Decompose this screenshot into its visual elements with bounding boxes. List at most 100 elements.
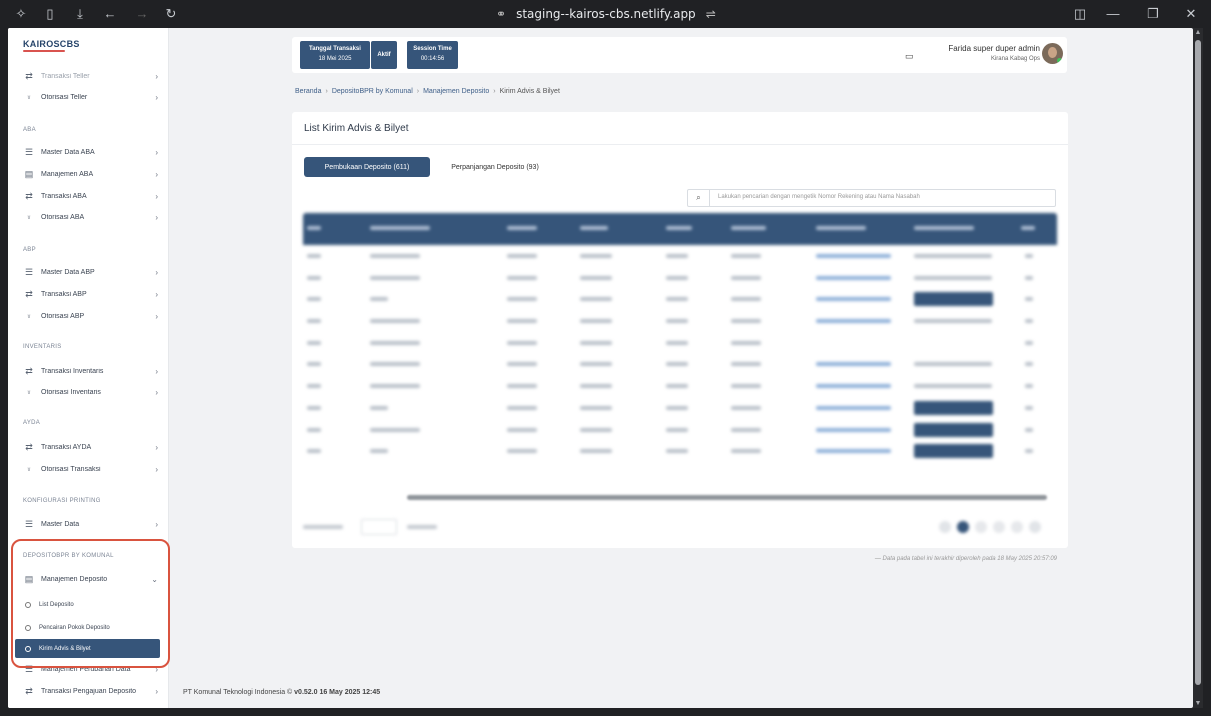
sidebar-item-master-data-aba[interactable]: ☰ Master Data ABA › xyxy=(22,143,158,161)
table-cell xyxy=(1025,319,1033,324)
sidebar-item-otorisasi-inventaris[interactable]: ⍤ Otorisasi Inventaris › xyxy=(22,383,158,401)
table-link[interactable] xyxy=(816,319,891,324)
sidebar-item-label: Otorisasi Inventaris xyxy=(41,388,101,396)
address-bar[interactable]: ⚭ staging--kairos-cbs.netlify.app ⇌ xyxy=(496,6,716,22)
table-link[interactable] xyxy=(816,275,891,280)
table-link[interactable] xyxy=(816,449,891,454)
sidebar-item-label: Transaksi Inventaris xyxy=(41,367,104,375)
minimize-icon[interactable]: — xyxy=(1105,6,1121,22)
sidebar-item-otorisasi-abp[interactable]: ⍤ Otorisasi ABP › xyxy=(22,307,158,325)
table-cell xyxy=(580,254,612,258)
table-link[interactable] xyxy=(816,297,891,302)
sidebar-item-transaksi-abp[interactable]: ⇄ Transaksi ABP › xyxy=(22,285,158,303)
restore-icon[interactable]: ❐ xyxy=(1145,6,1161,22)
server-icon: ☰ xyxy=(24,518,34,529)
forward-icon[interactable]: → xyxy=(134,6,150,22)
rows-per-page-select[interactable] xyxy=(361,519,397,535)
table-link[interactable] xyxy=(816,427,891,432)
search-input[interactable]: ⌕ Lakukan pencarian dengan mengetik Nomo… xyxy=(687,189,1056,207)
sidebar-item-manajemen-aba[interactable]: ▤ Manajemen ABA › xyxy=(22,165,158,183)
sidebar-item-otorisasi-teller[interactable]: ⍤ Otorisasi Teller › xyxy=(22,88,158,106)
tanggal-transaksi-badge: Tanggal Transaksi 18 Mei 2025 xyxy=(300,41,370,69)
tab-perpanjangan-deposito[interactable]: Perpanjangan Deposito (93) xyxy=(432,157,558,177)
table-link[interactable] xyxy=(816,384,891,389)
breadcrumb: Beranda › DepositoBPR by Komunal › Manajemen… xyxy=(295,88,560,95)
header-cell xyxy=(580,226,608,230)
sidebar-toggle-icon[interactable]: ▯ xyxy=(42,6,58,22)
close-icon[interactable]: ✕ xyxy=(1183,6,1199,22)
tanggal-value: 18 Mei 2025 xyxy=(318,56,352,62)
prev-page-button[interactable] xyxy=(939,521,951,533)
user-info[interactable]: Farida super duper admin Kirana Kabag Op… xyxy=(948,44,1040,62)
table-cell xyxy=(370,427,420,432)
page-button[interactable] xyxy=(975,521,987,533)
sidebar-item-master-data-abp[interactable]: ☰ Master Data ABP › xyxy=(22,263,158,281)
table-link[interactable] xyxy=(816,405,891,410)
sidebar-item-transaksi-aba[interactable]: ⇄ Transaksi ABA › xyxy=(22,187,158,205)
table-cell xyxy=(307,362,321,367)
page-button[interactable] xyxy=(1011,521,1023,533)
row-action-button[interactable] xyxy=(914,422,993,437)
site-settings-icon[interactable]: ⇌ xyxy=(706,7,716,21)
table-cell xyxy=(307,340,321,345)
sidebar-item-label: Transaksi Pengajuan Deposito xyxy=(41,687,137,695)
table-cell xyxy=(307,254,321,258)
table-row xyxy=(303,419,1057,441)
header-bar: Tanggal Transaksi 18 Mei 2025 Aktif Sess… xyxy=(292,37,1067,73)
scroll-down-icon[interactable]: ▼ xyxy=(1194,700,1202,707)
sidebar-item-transaksi-inventaris[interactable]: ⇄ Transaksi Inventaris › xyxy=(22,362,158,380)
sidebar-item-otorisasi-aba[interactable]: ⍤ Otorisasi ABA › xyxy=(22,208,158,226)
download-icon[interactable]: ⤓ xyxy=(72,6,88,22)
tab-pembukaan-deposito[interactable]: Pembukaan Deposito (611) xyxy=(304,157,430,177)
table-cell xyxy=(1025,362,1033,367)
scrollbar-thumb[interactable] xyxy=(1195,40,1201,685)
page-button-active[interactable] xyxy=(957,521,969,533)
table-cell xyxy=(731,254,761,258)
avatar[interactable] xyxy=(1042,43,1063,64)
table-link[interactable] xyxy=(816,362,891,367)
next-page-button[interactable] xyxy=(1029,521,1041,533)
row-action-button[interactable] xyxy=(914,444,993,459)
status-badge: Aktif xyxy=(371,41,397,69)
split-view-icon[interactable]: ◫ xyxy=(1072,6,1088,22)
sidebar-item-transaksi-pengajuan-deposito[interactable]: ⇄ Transaksi Pengajuan Deposito › xyxy=(22,682,158,700)
table-cell xyxy=(370,275,420,280)
breadcrumb-manajemen-deposito[interactable]: Manajemen Deposito xyxy=(423,88,489,95)
table-link[interactable] xyxy=(816,254,891,258)
table-horizontal-scrollbar[interactable] xyxy=(303,494,1057,501)
sidebar-item-transaksi-teller[interactable]: ⇄ Transaksi Teller › xyxy=(22,67,158,85)
back-icon[interactable]: ← xyxy=(102,6,118,22)
search-icon: ⌕ xyxy=(688,190,710,206)
chevron-right-icon: › xyxy=(155,366,158,376)
table-cell xyxy=(1025,340,1033,345)
breadcrumb-current: Kirim Advis & Bilyet xyxy=(499,88,560,95)
page-scrollbar[interactable]: ▲ ▼ xyxy=(1193,28,1203,708)
row-action-button[interactable] xyxy=(914,292,993,307)
app-logo[interactable]: KAIROSCBS xyxy=(23,39,80,49)
reload-icon[interactable]: ↻ xyxy=(163,6,179,22)
table-cell xyxy=(666,319,688,324)
chevron-right-icon: › xyxy=(155,387,158,397)
table-row xyxy=(303,397,1057,419)
sidebar-item-label: Transaksi ABP xyxy=(41,290,87,298)
breadcrumb-depositobpr[interactable]: DepositoBPR by Komunal xyxy=(332,88,413,95)
table-cell xyxy=(914,362,992,367)
table-cell xyxy=(731,449,761,454)
table-cell xyxy=(370,384,420,389)
sidebar-item-transaksi-ayda[interactable]: ⇄ Transaksi AYDA › xyxy=(22,438,158,456)
breadcrumb-beranda[interactable]: Beranda xyxy=(295,88,321,95)
scroll-up-icon[interactable]: ▲ xyxy=(1194,29,1202,36)
server-icon: ☰ xyxy=(24,146,34,157)
server-icon: ☰ xyxy=(24,266,34,277)
sidebar-item-otorisasi-transaksi[interactable]: ⍤ Otorisasi Transaksi › xyxy=(22,460,158,478)
table-cell xyxy=(580,449,612,454)
sidebar-item-master-data[interactable]: ☰ Master Data › xyxy=(22,515,158,533)
archive-icon: ▤ xyxy=(24,168,34,179)
extensions-icon[interactable]: ✧ xyxy=(13,6,29,22)
inbox-icon[interactable]: ▭ xyxy=(905,51,914,62)
page-button[interactable] xyxy=(993,521,1005,533)
table-row xyxy=(303,332,1057,354)
row-action-button[interactable] xyxy=(914,400,993,415)
breadcrumb-separator: › xyxy=(416,88,420,95)
table-cell xyxy=(307,297,321,302)
